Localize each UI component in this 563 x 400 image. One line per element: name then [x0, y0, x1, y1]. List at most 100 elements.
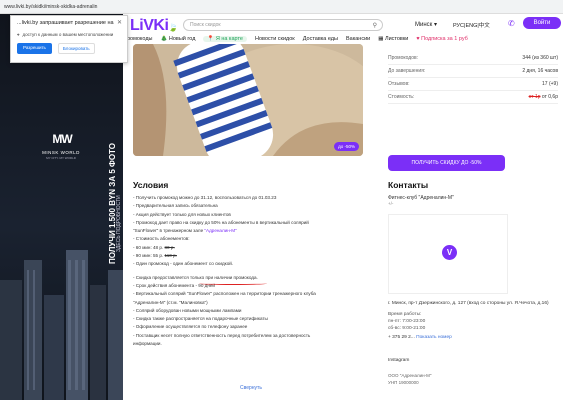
nav-vacancies[interactable]: Вакансии [346, 36, 370, 42]
conditions-section: Условия - Получить промокод можно до 31.… [133, 180, 373, 348]
stat-label: Промокодов: [388, 55, 419, 61]
nav-subscription-label: Подписка за 1 руб [421, 35, 468, 42]
location-permission-popup: ...livki.by запрашивает разрешение на ✕ … [10, 15, 128, 63]
nav-leaflets[interactable]: ▦ Листовки [378, 36, 408, 42]
block-button[interactable]: Блокировать [57, 43, 95, 54]
venue-rating: +/- [388, 201, 394, 206]
stat-label: До завершения: [388, 68, 426, 74]
sunflower-text: "SunFlower" в тренажерном зале [133, 228, 205, 234]
price-90: - 90 мин: 55 р. [133, 253, 165, 259]
nav-on-map[interactable]: 📍 Я на карте [203, 35, 247, 42]
condition-line: "Адреналин-М" (ст.м. "Малиновка") [133, 299, 208, 305]
close-icon[interactable]: ✕ [117, 19, 122, 26]
condition-line: - Солярий оборудован новыми мощными ламп… [133, 307, 242, 313]
brand-text: LiVKi [130, 17, 169, 34]
main-nav: Промокоды 🎄 Новый год 📍 Я на карте Новос… [123, 33, 563, 44]
site-header: LiVKi🍃 Поиск скидок ⚲ Минск ▾ РУС|ENG|中文… [123, 14, 563, 44]
stat-value: 2 дня, 16 часов [522, 68, 558, 74]
phone-icon[interactable]: ✆ [508, 19, 515, 28]
contacts-title: Контакты [388, 180, 429, 190]
new-price: от 0,6р [541, 94, 558, 100]
instagram-link[interactable]: Instagram [388, 358, 558, 363]
condition-line: - Оформление осуществляется по телефону … [133, 324, 248, 330]
stat-label: Отзывов: [388, 81, 410, 87]
side-ad-banner[interactable]: MW MINSK WORLD MY CITY. MY WORLD ПОЛУЧИ … [0, 14, 123, 400]
condition-line: - Стоимость абонементов: [133, 236, 190, 242]
condition-line: - Поставщик несет полную ответственность… [133, 332, 311, 338]
organization-id: УНП 19000000 [388, 379, 419, 385]
condition-line: - Скидка также распространяется на подар… [133, 316, 268, 322]
condition-line: - Один промокод - один абонемент со скид… [133, 261, 234, 267]
browser-toolbar: ← → ⟳ www.livki.by/skidki/minsk-skidka-a… [0, 0, 563, 28]
stat-row[interactable]: Отзывов: 17 (+9) [388, 78, 558, 91]
nav-news[interactable]: Новости скидок [255, 36, 295, 42]
allow-button[interactable]: Разрешить [17, 43, 52, 54]
condition-line: - Получить промокод можно до 31.12, восп… [133, 195, 277, 200]
collapse-link[interactable]: Свернуть [240, 385, 262, 391]
search-icon[interactable]: ⚲ [373, 21, 377, 31]
condition-line: - Скидка предоставляется только при нали… [133, 274, 258, 280]
permission-buttons: Разрешить Блокировать [17, 43, 121, 54]
condition-line: - Вертикальный солярий "SunFlower" распо… [133, 291, 316, 297]
swimsuit-photo [133, 44, 363, 156]
search-placeholder: Поиск скидок [190, 22, 221, 28]
price-60-old: 80 р. [164, 244, 175, 250]
nav-subscription[interactable]: ♥ Подписка за 1 руб [416, 36, 467, 42]
stat-label: Стоимость: [388, 94, 415, 100]
stat-row: Стоимость: от 1р от 0,6р [388, 91, 558, 104]
city-selector[interactable]: Минск ▾ [415, 21, 437, 28]
nav-leaflets-label: Листовки [384, 35, 409, 42]
adrenalin-link[interactable]: "Адреналин-М" [204, 228, 236, 233]
nav-on-map-label: Я на карте [215, 35, 243, 42]
condition-line: - Промокод дает право на скидку до 50% н… [133, 219, 309, 225]
show-phone-link[interactable]: Показать номер [416, 335, 452, 340]
nav-new-year-label: Новый год [168, 35, 196, 42]
permission-row: ⌖ доступ к данным о вашем местоположении [17, 32, 121, 37]
login-button[interactable]: Войти [523, 17, 561, 29]
phone-number: + 375 29 2... [388, 335, 417, 340]
price-90-old: 110 р. [164, 253, 177, 259]
red-underline-annotation [199, 282, 267, 285]
conditions-title: Условия [133, 180, 169, 190]
discount-badge: до -50% [334, 142, 359, 151]
condition-line: - Предварительная запись обязательна [133, 203, 218, 209]
venue-address: г. Минск, пр-т Дзержинского, д. 127 (вхо… [388, 301, 549, 306]
condition-line: - 90 мин: 55 р. 110 р. [133, 252, 373, 260]
city-label: Минск [415, 22, 433, 28]
permission-title: ...livki.by запрашивает разрешение на [17, 20, 114, 26]
stat-value: от 1р от 0,6р [529, 94, 558, 100]
permission-desc: доступ к данным о вашем местоположении [22, 32, 114, 37]
ad-logo-sub: MY CITY. MY WORLD [46, 156, 76, 160]
contacts-section: Контакты Фитнес-клуб "Адреналин-М" +/- V… [388, 180, 558, 386]
location-pin-icon: ⌖ [17, 32, 20, 37]
deal-image: до -50% [133, 44, 363, 156]
search-input[interactable]: Поиск скидок ⚲ [183, 19, 383, 31]
hours-weekend: сб-вс: 9:00-21:00 [388, 326, 426, 331]
venue-map[interactable]: V [388, 214, 508, 294]
city-buildings-image [0, 250, 123, 400]
stat-value: 344 (из 360 шт) [522, 55, 558, 61]
condition-line: информации. [133, 341, 162, 347]
address-bar[interactable]: www.livki.by/skidki/minsk-skidka-adrenal… [4, 4, 97, 10]
stat-value: 17 (+9) [542, 81, 558, 87]
condition-line: - Акция действует только для новых клиен… [133, 211, 231, 217]
hours-weekdays: пн-пт: 7:00-23:00 [388, 319, 426, 324]
ad-logo-title: MINSK WORLD [42, 150, 80, 155]
condition-line: - 60 мин: 48 р. 80 р. [133, 244, 373, 252]
nav-food-delivery[interactable]: Доставка еды [303, 36, 338, 42]
language-selector[interactable]: РУС|ENG|中文 [453, 21, 490, 29]
map-pin-icon[interactable]: V [442, 245, 457, 260]
condition-line: - Срок действия абонемента - 90 дней [133, 282, 373, 290]
condition-line: "SunFlower" в тренажерном зале "Адренали… [133, 227, 373, 235]
venue-phone: + 375 29 2... Показать номер [388, 335, 558, 340]
stat-row: До завершения: 2 дня, 16 часов [388, 65, 558, 78]
nav-new-year[interactable]: 🎄 Новый год [160, 36, 195, 42]
old-price: от 1р [528, 94, 541, 100]
deal-page: до -50% Промокодов: 344 (из 360 шт) До з… [123, 44, 563, 400]
get-discount-button[interactable]: ПОЛУЧИТЬ СКИДКУ ДО -50% [388, 155, 505, 171]
stat-row: Промокодов: 344 (из 360 шт) [388, 52, 558, 65]
hours-title: Время работы: [388, 312, 422, 317]
deal-stats: Промокодов: 344 (из 360 шт) До завершени… [388, 52, 558, 104]
minsk-world-logo: MW [52, 132, 72, 146]
price-60: - 60 мин: 48 р. [133, 244, 165, 250]
